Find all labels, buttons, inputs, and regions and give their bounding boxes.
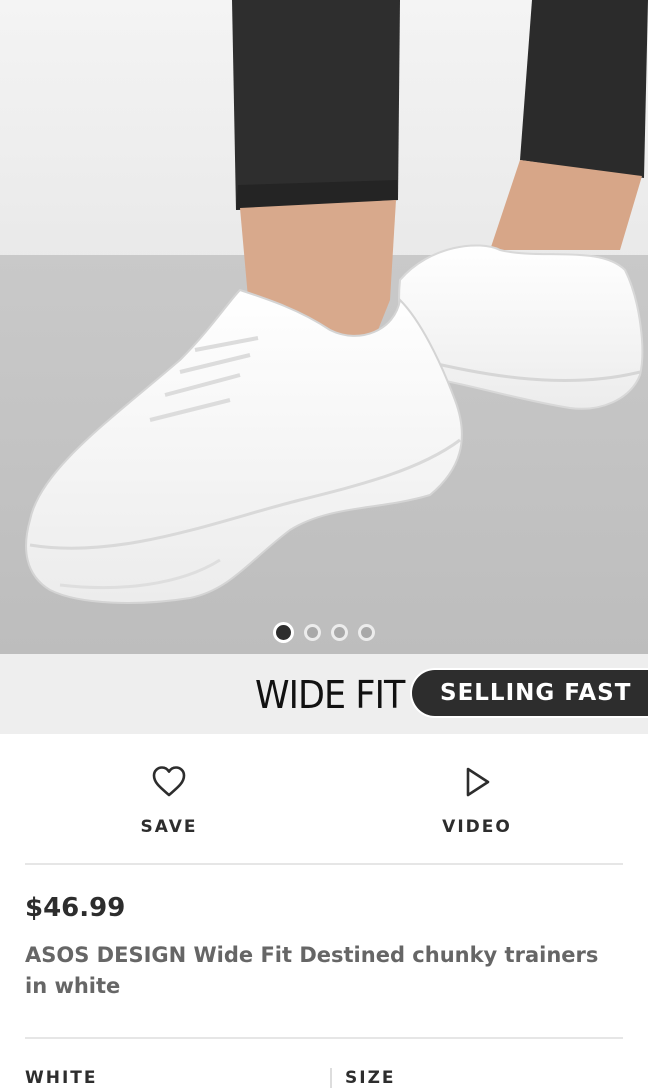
product-title: ASOS DESIGN Wide Fit Destined chunky tra… [25, 943, 599, 998]
selling-fast-badge: SELLING FAST [412, 670, 648, 716]
carousel-dot-1[interactable] [276, 624, 291, 640]
divider [25, 1037, 623, 1039]
save-button[interactable]: SAVE [89, 764, 249, 854]
wide-fit-badge: WIDE FIT [254, 673, 405, 717]
carousel-dot-4[interactable] [361, 626, 372, 638]
divider [25, 863, 623, 865]
play-icon [466, 767, 490, 797]
video-label: VIDEO [442, 817, 512, 837]
carousel-dot-2[interactable] [307, 626, 318, 638]
product-image-carousel[interactable]: WIDE FIT SELLING FAST [0, 0, 648, 734]
video-button[interactable]: VIDEO [397, 764, 557, 854]
colour-selector-label[interactable]: WHITE [25, 1068, 98, 1088]
size-selector-label[interactable]: SIZE [345, 1068, 396, 1088]
product-photo [0, 0, 648, 654]
product-price: $46.99 [25, 893, 126, 923]
heart-icon [152, 766, 186, 797]
carousel-dots [0, 622, 648, 642]
carousel-dot-3[interactable] [334, 626, 345, 638]
action-row: SAVE VIDEO [0, 734, 648, 864]
options-separator [330, 1068, 332, 1088]
save-label: SAVE [140, 817, 198, 837]
